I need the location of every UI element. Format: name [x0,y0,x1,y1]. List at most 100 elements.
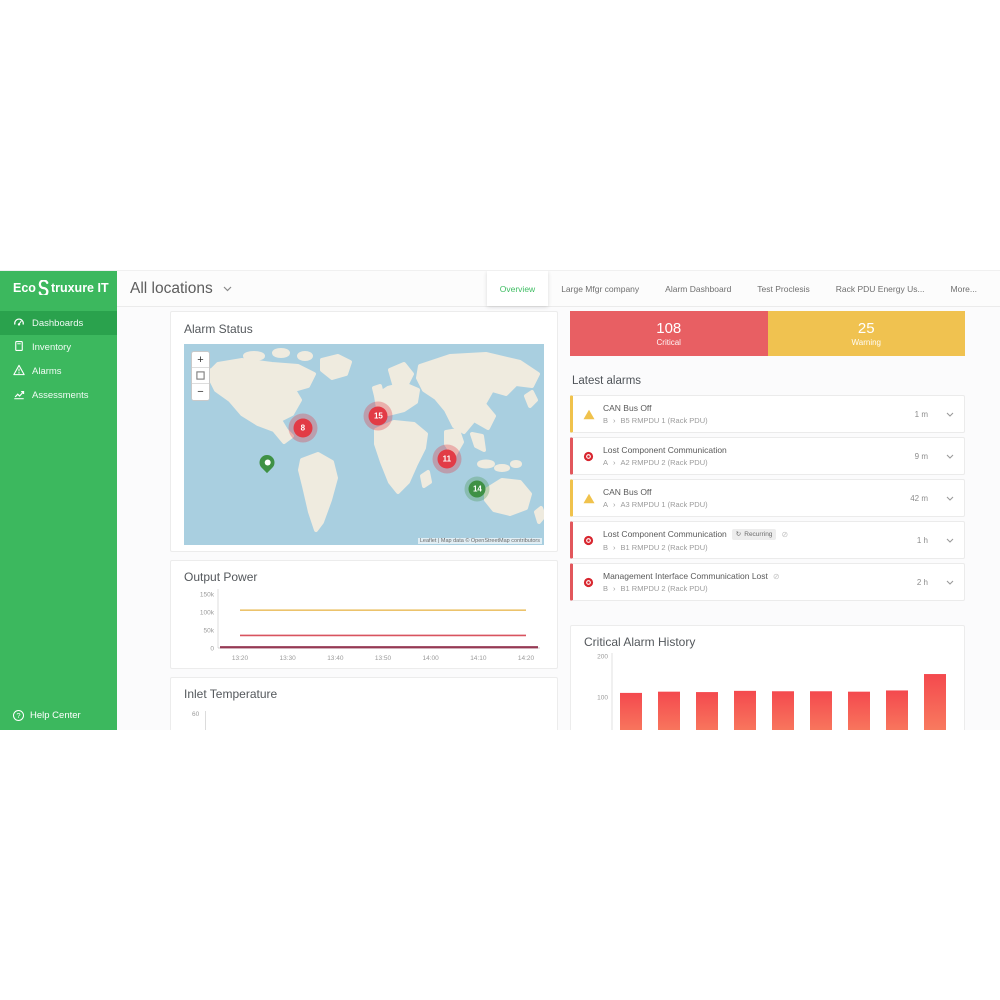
inlet-temperature-title: Inlet Temperature [184,687,544,701]
dashboard-icon [13,316,25,331]
logo-text-suffix: truxure IT [51,281,109,295]
alarm-device: A3 RMPDU 1 (Rack PDU) [621,500,708,509]
map-marker-14[interactable]: 14 [469,480,486,497]
svg-text:0: 0 [210,646,214,653]
output-power-chart: 150k100k50k013:2013:3013:4013:5014:0014:… [184,586,546,664]
sidebar-item-alarms[interactable]: Alarms [0,359,117,383]
breadcrumb-separator: › [613,416,616,425]
tab-label: Alarm Dashboard [665,284,731,294]
critical-summary-block[interactable]: 108 Critical [570,311,768,356]
alarm-item[interactable]: CAN Bus OffB›B5 RMPDU 1 (Rack PDU)1 m [570,395,965,433]
history-bar [696,692,718,730]
alarm-title-row: Lost Component Communication [603,445,915,455]
alarm-age: 2 h [917,578,928,587]
chevron-down-icon[interactable] [946,496,954,501]
world-map-svg [184,344,544,545]
alarm-title: CAN Bus Off [603,403,652,413]
alarm-summary: 108 Critical 25 Warning [570,311,965,356]
warning-label: Warning [852,338,882,347]
alarm-device: B5 RMPDU 1 (Rack PDU) [621,416,708,425]
warning-severity-icon [583,409,595,420]
chevron-down-icon [223,286,232,292]
alarm-location: B [603,543,608,552]
alarm-title: Lost Component Communication [603,445,727,455]
sidebar-item-inventory[interactable]: Inventory [0,335,117,359]
muted-bell-icon: ⊘ [781,530,788,539]
svg-text:14:00: 14:00 [423,655,440,662]
history-bar [772,691,794,730]
tab-label: Overview [500,284,535,294]
recurring-icon: ↻ [736,530,741,538]
inlet-temperature-chart: 60 [192,711,544,730]
chevron-down-icon[interactable] [946,580,954,585]
chevron-down-icon[interactable] [946,538,954,543]
logo-text-prefix: Eco [13,281,36,295]
alarm-location-path: B › B5 RMPDU 1 (Rack PDU) [603,416,915,425]
svg-text:14:20: 14:20 [518,655,535,662]
map-marker-11[interactable]: 11 [437,449,456,468]
inlet-temperature-card: Inlet Temperature 60 [170,677,558,730]
content: Alarm Status [117,307,1000,730]
tab-large-mfgr-company[interactable]: Large Mfgr company [548,271,652,306]
alarm-location: B [603,584,608,593]
alarm-item[interactable]: Lost Component Communication↻Recurring⊘B… [570,521,965,559]
alarm-location-path: B › B1 RMPDU 2 (Rack PDU) [603,584,917,593]
pin-dot [263,458,271,466]
alarm-body: CAN Bus Off B › B5 RMPDU 1 (Rack PDU) [603,403,915,425]
map-marker-8[interactable]: 8 [293,419,312,438]
map-marker-pin[interactable] [259,455,274,470]
warning-summary-block[interactable]: 25 Warning [768,311,966,356]
sidebar-item-dashboards[interactable]: Dashboards [0,311,117,335]
map-zoom-out-button[interactable]: − [192,384,209,400]
inlet-y-axis [205,711,206,730]
location-pin-icon [256,452,277,473]
alarm-item[interactable]: Management Interface Communication Lost⊘… [570,563,965,601]
alarm-age: 9 m [915,452,928,461]
tab-test-proclesis[interactable]: Test Proclesis [744,271,822,306]
map-fullscreen-button[interactable] [192,368,209,384]
critical-severity-icon [583,535,595,546]
alarm-item[interactable]: CAN Bus OffA›A3 RMPDU 1 (Rack PDU)42 m [570,479,965,517]
alarm-device: B1 RMPDU 2 (Rack PDU) [621,584,708,593]
breadcrumb-separator: › [613,584,616,593]
sidebar-item-assessments[interactable]: Assessments [0,383,117,407]
app-logo: Eco truxure IT [0,271,117,295]
alarm-item[interactable]: Lost Component CommunicationA›A2 RMPDU 2… [570,437,965,475]
dashboard-tabs: Overview Large Mfgr company Alarm Dashboar… [487,271,990,306]
tab-label: Large Mfgr company [561,284,639,294]
alarm-location: A [603,458,608,467]
history-bar [734,691,756,730]
critical-label: Critical [657,338,681,347]
svg-text:100k: 100k [200,610,215,617]
svg-text:100: 100 [597,695,608,702]
tab-more[interactable]: More... [938,271,990,306]
tab-label: Test Proclesis [757,284,809,294]
alarm-location: B [603,416,608,425]
help-center-button[interactable]: ? Help Center [13,710,81,721]
sidebar-item-label: Assessments [32,390,89,401]
alarm-title-row: Management Interface Communication Lost⊘ [603,571,917,581]
sidebar-menu: Dashboards Inventory Alarms Assessments [0,311,117,407]
chevron-down-icon[interactable] [946,454,954,459]
alarm-age: 1 h [917,536,928,545]
world-map[interactable]: + − Leaflet | Map data © OpenStreetMap c… [184,344,544,545]
alarm-body: Lost Component CommunicationA›A2 RMPDU 2… [603,445,915,467]
tab-rack-pdu-energy-us[interactable]: Rack PDU Energy Us... [823,271,938,306]
map-zoom-in-button[interactable]: + [192,352,209,368]
tab-label: More... [951,284,977,294]
alarm-status-card: Alarm Status [170,311,558,552]
history-bar [848,692,870,730]
svg-text:13:30: 13:30 [280,655,297,662]
tab-overview[interactable]: Overview [487,271,548,306]
location-selector[interactable]: All locations [130,280,232,298]
warning-severity-icon [583,493,595,504]
tab-alarm-dashboard[interactable]: Alarm Dashboard [652,271,744,306]
alarm-body: CAN Bus OffA›A3 RMPDU 1 (Rack PDU) [603,487,910,509]
alarm-age: 42 m [910,494,928,503]
history-bar [886,690,908,730]
map-zoom-controls: + − [191,351,210,401]
map-marker-15[interactable]: 15 [369,407,388,426]
critical-count: 108 [656,320,681,337]
chevron-down-icon[interactable] [946,412,954,417]
sidebar-item-label: Inventory [32,342,71,353]
